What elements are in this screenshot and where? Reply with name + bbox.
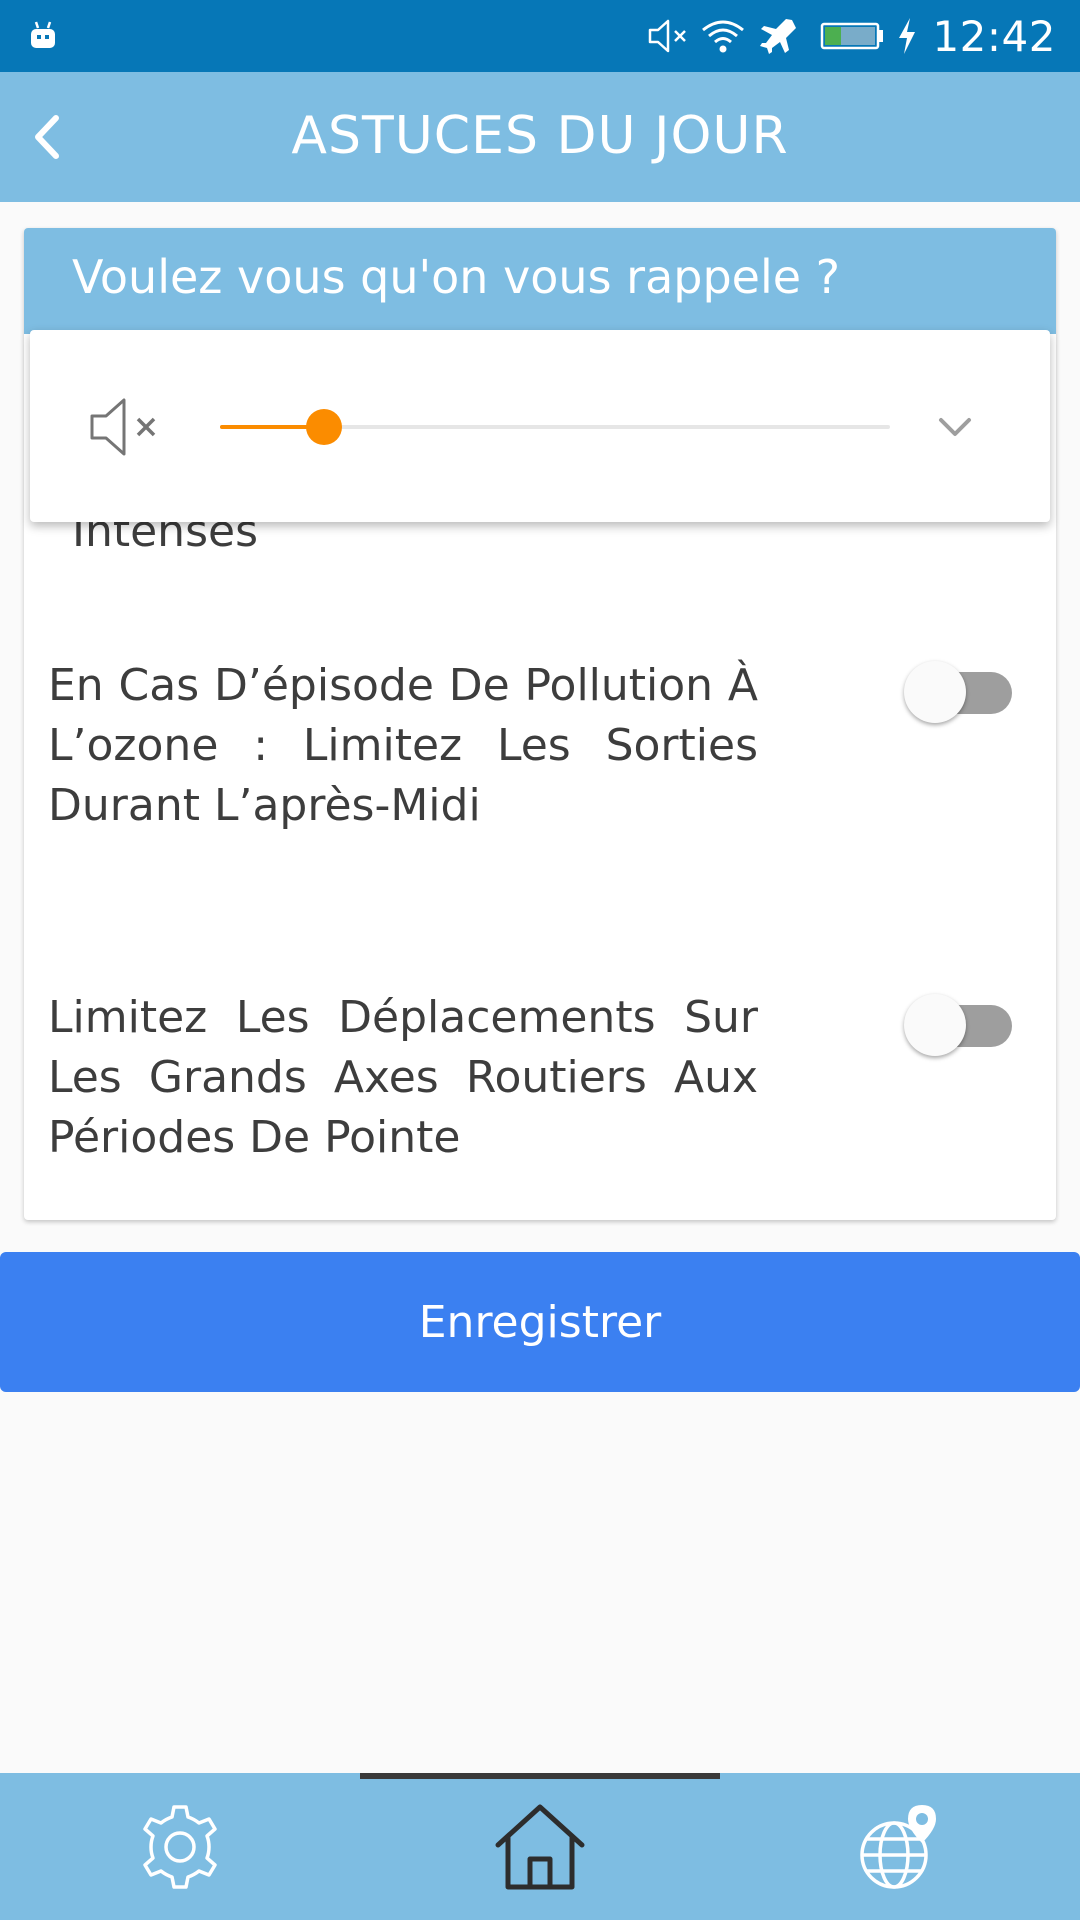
gear-icon [143, 1804, 217, 1889]
slider-knob[interactable] [305, 409, 342, 445]
volume-slider[interactable] [220, 402, 890, 452]
chevron-down-icon [939, 418, 971, 436]
volume-popup [30, 330, 1050, 522]
app-bar: ASTUCES DU JOUR [0, 72, 1080, 202]
tip-toggle[interactable] [904, 654, 1014, 724]
status-bar: 12:42 [0, 0, 1080, 72]
android-debug-icon [31, 21, 55, 48]
wifi-icon [700, 0, 746, 72]
mute-button[interactable] [88, 392, 166, 462]
expand-button[interactable] [930, 402, 980, 452]
charging-bolt-icon [896, 0, 918, 72]
airplane-mode-icon [758, 0, 798, 72]
page-title: ASTUCES DU JOUR [291, 106, 789, 166]
bottom-nav [0, 1773, 1080, 1920]
home-icon [495, 1804, 585, 1889]
nav-item-settings[interactable] [0, 1773, 360, 1920]
tip-toggle[interactable] [904, 987, 1014, 1057]
nav-item-home[interactable] [360, 1773, 720, 1920]
nav-item-map[interactable] [720, 1773, 1080, 1920]
tip-text: Limitez Les Déplacements Sur Les Grands … [48, 992, 758, 1163]
save-button[interactable]: Enregistrer [0, 1252, 1080, 1392]
toggle-thumb [904, 661, 966, 723]
volume-muted-icon [646, 0, 692, 72]
battery-charging-icon [820, 0, 886, 72]
card-header: Voulez vous qu'on vous rappele ? [24, 228, 1056, 334]
volume-muted-icon [90, 398, 156, 456]
status-time: 12:42 [932, 11, 1056, 61]
globe-location-icon [860, 1804, 936, 1889]
toggle-thumb [904, 994, 966, 1056]
card-header-question: Voulez vous qu'on vous rappele ? [72, 250, 841, 304]
tip-text: En Cas D’épisode De Pollution À L’ozone … [48, 660, 758, 831]
